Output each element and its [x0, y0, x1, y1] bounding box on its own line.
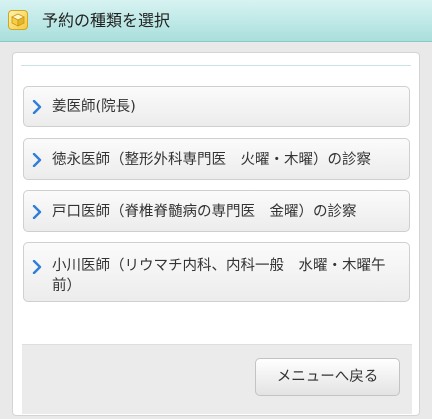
- selection-panel: 姜医師(院長) 徳永医師（整形外科専門医 火曜・木曜）の診察 戸口医師（脊椎脊髄…: [12, 52, 420, 416]
- menu-item-tokunaga[interactable]: 徳永医師（整形外科専門医 火曜・木曜）の診察: [23, 138, 410, 180]
- chevron-right-icon: [32, 260, 42, 274]
- menu-item-label: 小川医師（リウマチ内科、内科一般 水曜・木曜午前）: [52, 258, 386, 294]
- menu-item-ogawa[interactable]: 小川医師（リウマチ内科、内科一般 水曜・木曜午前）: [23, 242, 410, 302]
- divider: [21, 65, 411, 66]
- chevron-right-icon: [32, 100, 42, 114]
- panel-footer: メニューへ戻る: [22, 344, 412, 414]
- title-bar: 予約の種類を選択: [0, 0, 432, 42]
- chevron-right-icon: [32, 153, 42, 167]
- menu-item-toguchi[interactable]: 戸口医師（脊椎脊髄病の専門医 金曜）の診察: [23, 190, 410, 232]
- menu-item-label: 姜医師(院長): [52, 99, 136, 115]
- chevron-right-icon: [32, 205, 42, 219]
- menu-item-kyo[interactable]: 姜医師(院長): [23, 86, 410, 127]
- cube-icon: [8, 10, 28, 30]
- menu-item-label: 戸口医師（脊椎脊髄病の専門医 金曜）の診察: [52, 204, 357, 220]
- menu-item-label: 徳永医師（整形外科専門医 火曜・木曜）の診察: [52, 152, 371, 168]
- back-to-menu-button[interactable]: メニューへ戻る: [255, 358, 400, 396]
- page-title: 予約の種類を選択: [42, 11, 171, 30]
